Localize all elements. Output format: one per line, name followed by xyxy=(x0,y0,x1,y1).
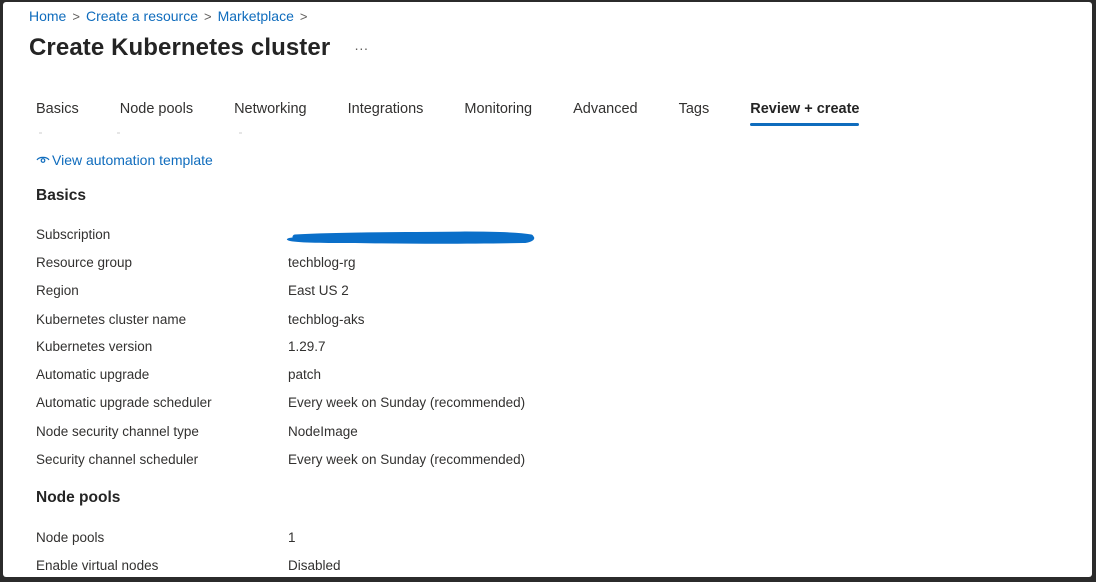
row-value: Every week on Sunday (recommended) xyxy=(288,395,526,410)
breadcrumb-separator: > xyxy=(299,8,308,24)
row-value: NodeImage xyxy=(288,424,358,439)
tab-status-markers xyxy=(39,132,259,136)
breadcrumb-separator: > xyxy=(204,8,212,24)
breadcrumb-home[interactable]: Home xyxy=(29,8,66,24)
row-label: Enable virtual nodes xyxy=(36,558,159,573)
breadcrumb: Home > Create a resource > Marketplace > xyxy=(29,7,313,25)
tab-monitoring[interactable]: Monitoring xyxy=(464,98,532,126)
row-label: Subscription xyxy=(36,227,111,242)
redaction-scribble xyxy=(286,231,535,244)
row-label: Region xyxy=(36,283,79,298)
tab-strip: Basics Node pools Networking Integration… xyxy=(36,98,900,126)
section-title-basics: Basics xyxy=(36,187,86,204)
title-row: Create Kubernetes cluster ··· xyxy=(29,34,368,62)
view-automation-template-link[interactable]: View automation template xyxy=(36,152,213,168)
row-label: Kubernetes cluster name xyxy=(36,312,187,327)
row-value: techblog-aks xyxy=(288,312,365,327)
tab-basics[interactable]: Basics xyxy=(36,98,79,126)
eye-icon xyxy=(36,156,50,163)
tab-advanced[interactable]: Advanced xyxy=(573,98,638,126)
row-label: Node pools xyxy=(36,530,105,545)
row-value: 1.29.7 xyxy=(288,339,326,354)
row-value: Every week on Sunday (recommended) xyxy=(288,452,526,467)
row-value: 1 xyxy=(288,530,296,545)
review-create-panel: Home > Create a resource > Marketplace >… xyxy=(3,2,1092,577)
row-label: Kubernetes version xyxy=(36,339,153,354)
row-label: Automatic upgrade xyxy=(36,367,150,382)
more-options-button[interactable]: ··· xyxy=(354,40,368,56)
section-title-node-pools: Node pools xyxy=(36,489,121,506)
breadcrumb-separator: > xyxy=(72,8,80,24)
breadcrumb-create-a-resource[interactable]: Create a resource xyxy=(86,8,198,24)
tab-integrations[interactable]: Integrations xyxy=(348,98,424,126)
row-value: Disabled xyxy=(288,558,341,573)
tab-node-pools[interactable]: Node pools xyxy=(120,98,193,126)
tab-review-create[interactable]: Review + create xyxy=(750,98,860,126)
row-label: Security channel scheduler xyxy=(36,452,199,467)
row-value: patch xyxy=(288,367,322,382)
row-value: East US 2 xyxy=(288,283,349,298)
row-label: Node security channel type xyxy=(36,424,199,439)
row-value: techblog-rg xyxy=(288,255,356,270)
tab-tags[interactable]: Tags xyxy=(679,98,710,126)
breadcrumb-marketplace[interactable]: Marketplace xyxy=(218,8,294,24)
row-label: Automatic upgrade scheduler xyxy=(36,395,212,410)
tab-networking[interactable]: Networking xyxy=(234,98,307,126)
page-title: Create Kubernetes cluster xyxy=(29,34,331,61)
view-automation-template-label: View automation template xyxy=(52,152,213,168)
row-label: Resource group xyxy=(36,255,133,270)
